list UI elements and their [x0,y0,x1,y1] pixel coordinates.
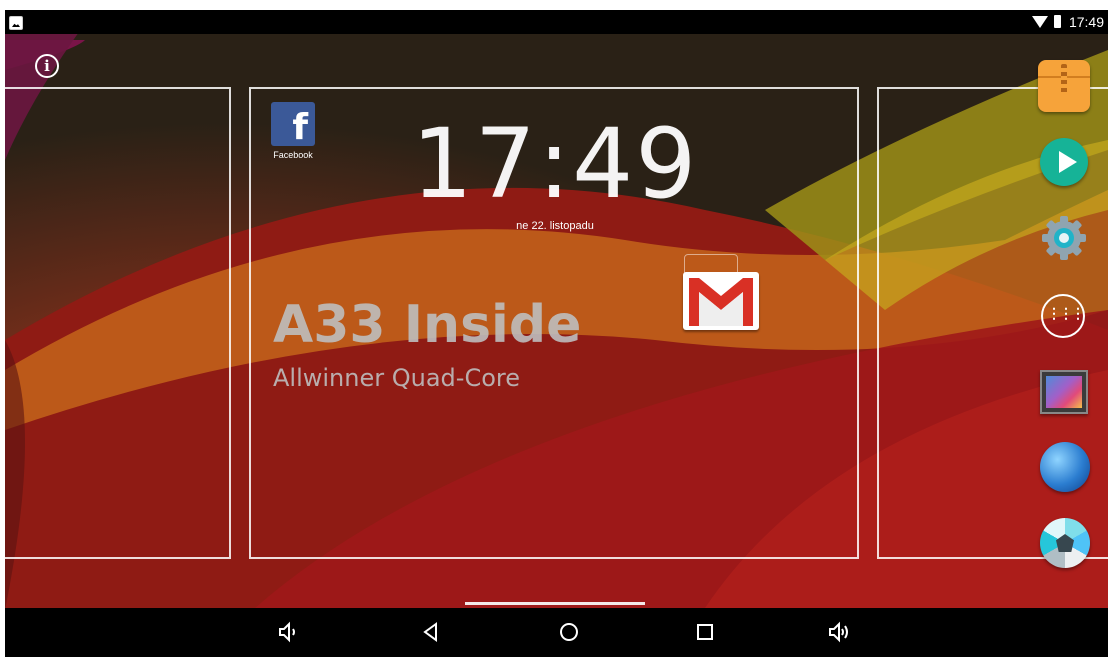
wifi-icon [1032,16,1048,28]
volume-up-icon[interactable] [815,608,863,657]
app-drawer-icon[interactable] [1030,286,1088,344]
status-time: 17:49 [1068,14,1104,30]
screenshot-notification-icon [9,16,23,30]
navigation-bar [5,608,1108,657]
play-store-icon[interactable] [1030,134,1088,192]
facebook-shortcut-label: Facebook [273,150,313,160]
brand-subtitle: Allwinner Quad-Core [273,364,520,392]
gallery-icon[interactable] [1030,362,1088,420]
workspace-panel-left[interactable] [0,87,231,559]
camera-icon[interactable] [1030,514,1090,572]
recents-icon[interactable] [681,608,729,657]
volume-down-icon[interactable] [265,608,313,657]
back-icon[interactable] [407,608,455,657]
browser-icon[interactable] [1030,438,1090,496]
settings-icon[interactable] [1030,210,1088,268]
archive-app-icon[interactable] [1030,58,1090,116]
clock-widget-time[interactable]: 17:49 [400,116,710,212]
android-home-screen: 17:49 i f Facebook 17:49 ne 22. listopad… [0,0,1108,657]
facebook-icon[interactable]: f [271,102,315,148]
gmail-icon[interactable] [683,272,759,330]
status-bar: 17:49 [5,10,1108,34]
brand-title: A33 Inside [273,295,582,355]
home-icon[interactable] [545,608,593,657]
page-scroll-indicator [465,602,645,605]
clock-widget-date: ne 22. listopadu [516,220,594,232]
battery-icon [1054,15,1061,28]
info-icon[interactable]: i [35,54,59,78]
